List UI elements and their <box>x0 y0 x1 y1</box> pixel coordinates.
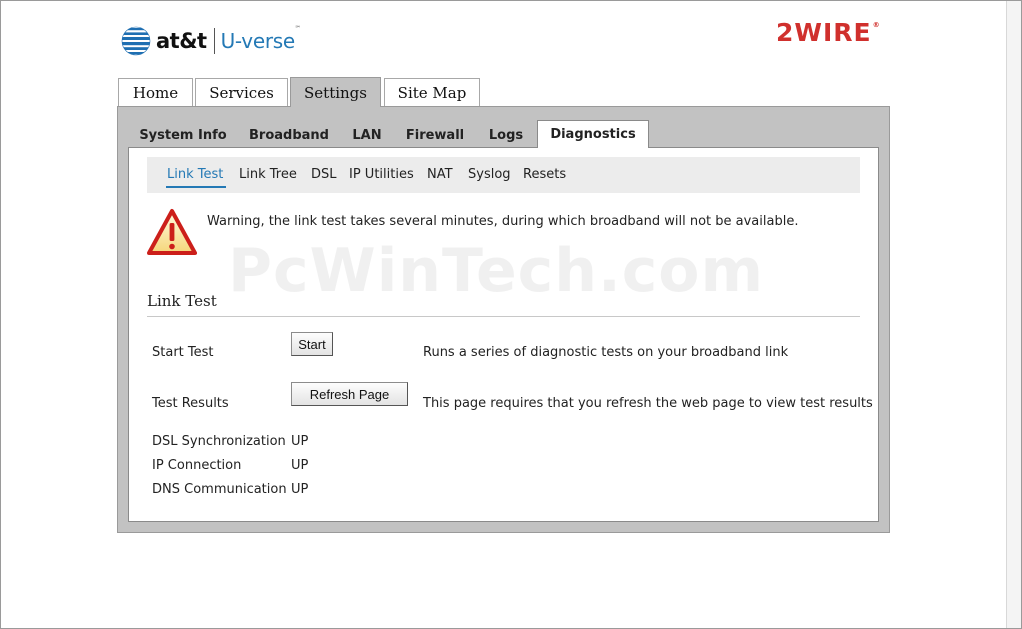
test-results-label: Test Results <box>152 396 229 411</box>
dsl-sync-label: DSL Synchronization <box>152 434 286 449</box>
vertical-scrollbar[interactable] <box>1006 1 1021 628</box>
subnav-ip-utilities[interactable]: IP Utilities <box>349 167 414 182</box>
uverse-wordmark: U-verse℠ <box>220 25 301 53</box>
tab-services[interactable]: Services <box>195 78 288 106</box>
dns-communication-status: UP <box>291 482 309 497</box>
logo-separator <box>213 28 215 54</box>
tab-settings[interactable]: Settings <box>290 77 381 107</box>
warning-icon <box>147 209 197 255</box>
start-button[interactable]: Start <box>291 332 333 356</box>
subtab-diagnostics[interactable]: Diagnostics <box>537 120 649 148</box>
subnav-dsl[interactable]: DSL <box>311 167 337 182</box>
dns-communication-label: DNS Communication <box>152 482 287 497</box>
att-uverse-logo[interactable]: at&t U-verse℠ <box>121 24 301 58</box>
warning-message: Warning, the link test takes several min… <box>207 214 799 229</box>
subnav-resets[interactable]: Resets <box>523 167 566 182</box>
2wire-logo[interactable]: 2WIRE® <box>776 18 881 47</box>
tab-home[interactable]: Home <box>118 78 193 106</box>
subnav-active-underline <box>166 186 226 188</box>
section-divider <box>147 316 860 317</box>
watermark: PcWinTech.com <box>228 236 765 306</box>
dsl-sync-status: UP <box>291 434 309 449</box>
ip-connection-label: IP Connection <box>152 458 242 473</box>
test-results-description: This page requires that you refresh the … <box>423 396 873 411</box>
subtab-firewall[interactable]: Firewall <box>400 123 470 147</box>
subtab-system-info[interactable]: System Info <box>134 123 232 147</box>
start-test-label: Start Test <box>152 345 214 360</box>
subnav-syslog[interactable]: Syslog <box>468 167 511 182</box>
subtab-lan[interactable]: LAN <box>346 123 388 147</box>
section-title: Link Test <box>147 292 217 310</box>
tab-site-map[interactable]: Site Map <box>384 78 480 106</box>
ip-connection-status: UP <box>291 458 309 473</box>
subnav-nat[interactable]: NAT <box>427 167 453 182</box>
att-wordmark: at&t <box>156 29 207 53</box>
subnav-link-test[interactable]: Link Test <box>167 167 223 182</box>
att-globe-icon <box>121 26 151 56</box>
refresh-page-button[interactable]: Refresh Page <box>291 382 408 406</box>
start-test-description: Runs a series of diagnostic tests on you… <box>423 345 789 360</box>
subnav-link-tree[interactable]: Link Tree <box>239 167 297 182</box>
subtab-broadband[interactable]: Broadband <box>244 123 334 147</box>
subtab-logs[interactable]: Logs <box>482 123 530 147</box>
